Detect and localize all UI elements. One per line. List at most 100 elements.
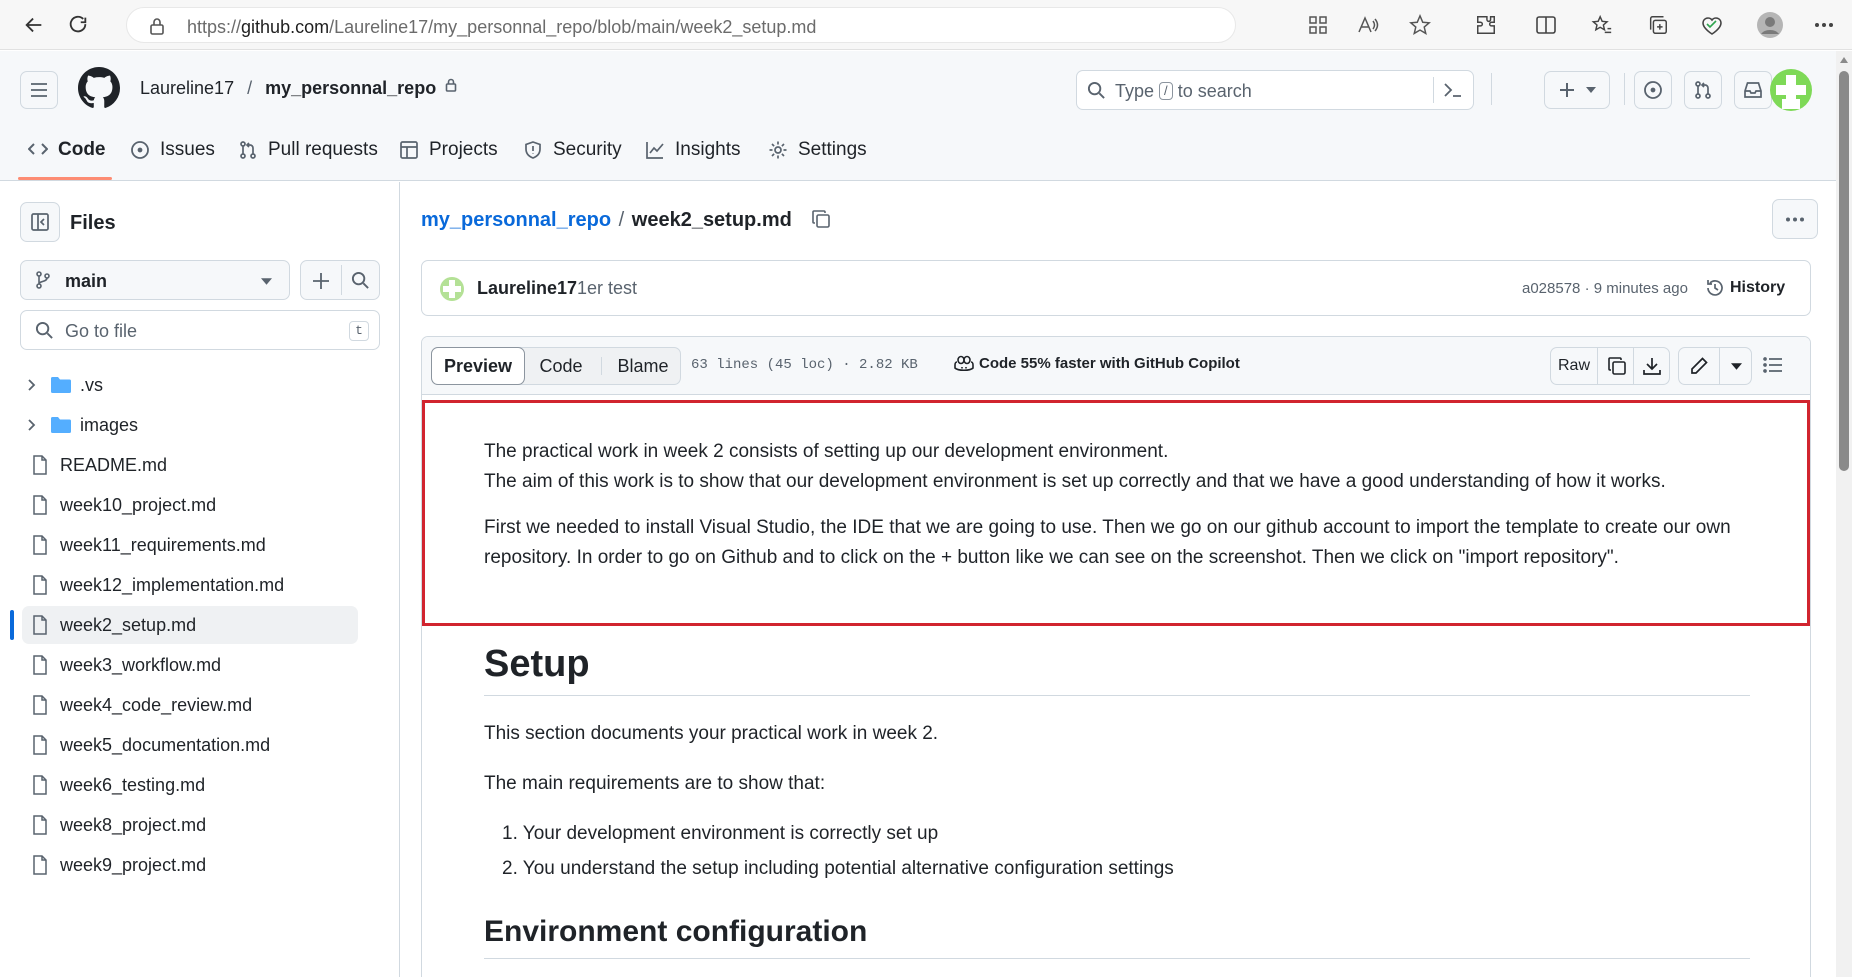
add-file-icon[interactable] [311, 271, 331, 291]
edit-actions-group [1678, 347, 1752, 385]
menu-button[interactable] [20, 71, 58, 109]
requirements-list: 1. Your development environment is corre… [502, 819, 1174, 884]
chevron-right-icon[interactable] [22, 419, 42, 431]
sidebar-collapse-icon [31, 213, 49, 231]
github-logo-icon[interactable] [78, 67, 120, 109]
tab-pull-requests[interactable]: Pull requests [238, 139, 378, 179]
scroll-up-icon[interactable] [1840, 57, 1848, 63]
tree-item-label: week12_implementation.md [60, 574, 285, 595]
breadcrumb-separator: / [247, 78, 253, 98]
collapse-sidebar-button[interactable] [20, 202, 60, 242]
blame-tab[interactable]: Blame [604, 348, 682, 384]
tab-insights[interactable]: Insights [645, 139, 740, 179]
branch-selector[interactable]: main [20, 260, 290, 300]
user-avatar[interactable] [1770, 69, 1812, 111]
profile-avatar-icon[interactable] [1754, 9, 1786, 41]
code-view-tab[interactable]: Code [526, 348, 596, 384]
tree-folder-images[interactable]: images [22, 406, 358, 444]
chevron-down-icon [1586, 87, 1596, 93]
tab-label: Security [553, 139, 622, 160]
search-icon [35, 321, 54, 340]
table-icon [399, 140, 419, 160]
scrollbar-thumb[interactable] [1839, 71, 1849, 471]
download-icon[interactable] [1642, 356, 1662, 376]
tree-file-week6[interactable]: week6_testing.md [22, 766, 358, 804]
create-new-button[interactable] [1544, 71, 1610, 109]
file-icon [30, 455, 50, 475]
tree-file-week2[interactable]: week2_setup.md [22, 606, 358, 644]
tree-file-week5[interactable]: week5_documentation.md [22, 726, 358, 764]
tab-issues[interactable]: Issues [130, 139, 215, 179]
more-options-icon[interactable] [1808, 9, 1840, 41]
browser-essentials-icon[interactable] [1696, 9, 1728, 41]
tab-code[interactable]: Code [28, 139, 106, 179]
search-icon[interactable] [351, 271, 370, 290]
tree-file-week11[interactable]: week11_requirements.md [22, 526, 358, 564]
tree-folder-vs[interactable]: .vs [22, 366, 358, 404]
outline-list-icon[interactable] [1763, 356, 1783, 374]
history-link[interactable]: History [1730, 279, 1785, 297]
raw-button[interactable]: Raw [1551, 348, 1597, 384]
preview-tab[interactable]: Preview [431, 347, 525, 385]
tree-file-week3[interactable]: week3_workflow.md [22, 646, 358, 684]
repo-breadcrumb-link[interactable]: my_personnal_repo [421, 209, 611, 231]
copilot-promo-link[interactable]: Code 55% faster with GitHub Copilot [979, 355, 1240, 372]
tab-label: Insights [675, 139, 741, 160]
commit-author[interactable]: Laureline17 [477, 278, 577, 299]
more-actions-button[interactable] [1772, 199, 1818, 239]
branch-icon [35, 271, 51, 289]
apps-icon[interactable] [1302, 9, 1334, 41]
tab-projects[interactable]: Projects [399, 139, 498, 179]
issues-button[interactable] [1634, 71, 1672, 109]
inbox-button[interactable] [1734, 71, 1772, 109]
command-palette-icon[interactable] [1443, 82, 1463, 98]
go-to-file-input[interactable]: Go to file t [20, 310, 380, 350]
search-placeholder: Type / to search [1115, 81, 1252, 101]
tree-item-label: week8_project.md [60, 814, 207, 835]
file-breadcrumb: my_personnal_repo / week2_setup.md [421, 209, 831, 232]
go-to-file-placeholder: Go to file [65, 321, 138, 341]
commit-message[interactable]: 1er test [577, 278, 637, 299]
read-aloud-icon[interactable] [1352, 9, 1384, 41]
search-input[interactable]: Type / to search [1076, 70, 1474, 110]
tree-file-week10[interactable]: week10_project.md [22, 486, 358, 524]
divider [1491, 73, 1492, 105]
tree-item-label: week11_requirements.md [60, 534, 266, 555]
owner-link[interactable]: Laureline17 [140, 78, 234, 98]
address-bar[interactable]: https://github.com/Laureline17/my_person… [126, 7, 1236, 43]
breadcrumb-separator: / [618, 209, 625, 231]
tree-file-week8[interactable]: week8_project.md [22, 806, 358, 844]
favorite-star-icon[interactable] [1404, 9, 1436, 41]
repo-link[interactable]: my_personnal_repo [265, 78, 436, 98]
chevron-right-icon[interactable] [22, 379, 42, 391]
commit-author-avatar[interactable] [440, 277, 464, 301]
tree-file-week12[interactable]: week12_implementation.md [22, 566, 358, 604]
tree-file-week4[interactable]: week4_code_review.md [22, 686, 358, 724]
pencil-icon[interactable] [1689, 356, 1709, 376]
copy-icon[interactable] [1607, 356, 1627, 376]
tree-file-week9[interactable]: week9_project.md [22, 846, 358, 884]
lock-icon[interactable] [149, 17, 165, 35]
list-item: 1. Your development environment is corre… [502, 823, 939, 844]
split-screen-icon[interactable] [1530, 9, 1562, 41]
page-scrollbar[interactable] [1836, 51, 1852, 977]
tab-security[interactable]: Security [523, 139, 622, 179]
collections-icon[interactable] [1642, 9, 1674, 41]
extensions-icon[interactable] [1470, 9, 1502, 41]
chevron-down-icon[interactable] [1731, 363, 1742, 370]
copy-path-icon[interactable] [811, 209, 831, 229]
back-arrow-icon[interactable] [18, 9, 50, 41]
copilot-icon [954, 355, 974, 373]
shortcut-key-badge: t [349, 321, 369, 341]
gear-icon [768, 140, 788, 160]
tree-file-readme[interactable]: README.md [22, 446, 358, 484]
favorites-icon[interactable] [1586, 9, 1618, 41]
file-icon [30, 535, 50, 555]
commit-hash-time[interactable]: a028578 · 9 minutes ago [1522, 280, 1688, 297]
pull-requests-button[interactable] [1684, 71, 1722, 109]
tab-settings[interactable]: Settings [768, 139, 867, 179]
file-icon [30, 735, 50, 755]
refresh-icon[interactable] [62, 9, 94, 41]
view-segmented-control: Preview Code Blame [431, 347, 681, 385]
kebab-horizontal-icon [1786, 217, 1804, 221]
